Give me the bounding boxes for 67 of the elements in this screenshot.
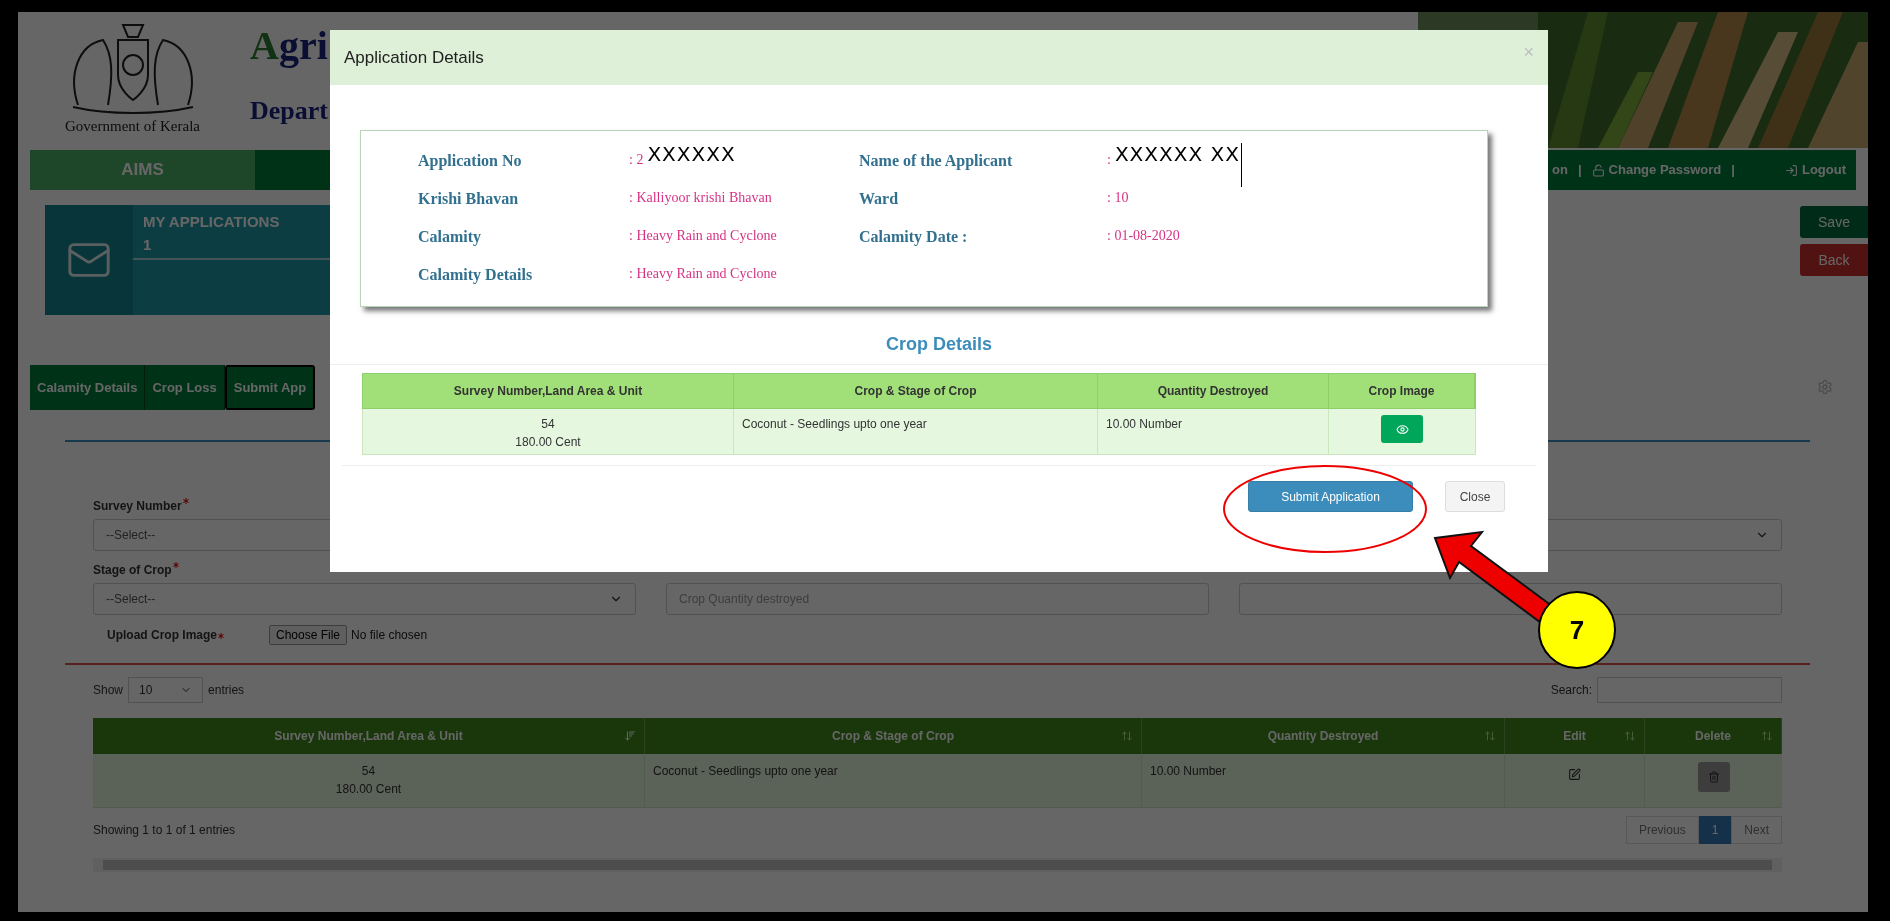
department-title: Depart [250, 96, 328, 126]
redacted-value: XXXXXX XX [1114, 143, 1242, 187]
emblem-caption: Government of Kerala [65, 117, 200, 136]
modal-title: Application Details [344, 46, 484, 69]
save-button[interactable]: Save [1800, 206, 1868, 238]
table-cell: 10.00 Number [1142, 754, 1505, 807]
column-header: Survey Number,Land Area & Unit [363, 374, 734, 408]
table-info: Showing 1 to 1 of 1 entries [93, 822, 236, 839]
detail-value: : Heavy Rain and Cyclone [629, 265, 777, 283]
detail-label: Calamity Date : [859, 227, 969, 248]
nav-link[interactable]: Change Password [1591, 160, 1722, 180]
choose-file-button[interactable]: Choose File [269, 625, 348, 645]
detail-value: : Heavy Rain and Cyclone [629, 227, 777, 245]
detail-label: Name of the Applicant [859, 151, 1014, 172]
logout-icon [1784, 163, 1798, 177]
field-label: Survey Number [93, 498, 182, 515]
card-title: MY APPLICATIONS [143, 212, 281, 232]
select-field[interactable]: --Select-- [93, 583, 636, 615]
eye-icon [1395, 422, 1409, 436]
detail-value: : [1107, 151, 1111, 169]
tab[interactable]: Crop Loss [145, 365, 225, 410]
show-label: Show [93, 682, 124, 699]
redacted-value: XXXXXX [647, 143, 737, 168]
detail-label: Ward [859, 189, 900, 209]
tab[interactable]: Submit App [224, 365, 316, 410]
file-status: No file chosen [351, 627, 428, 644]
scrollbar[interactable] [93, 858, 1782, 872]
column-header: Quantity Destroyed [1098, 374, 1329, 408]
detail-label: Calamity [418, 227, 483, 248]
pagination-button[interactable]: 1 [1698, 816, 1732, 844]
submit-button[interactable]: Submit Application [1248, 481, 1413, 512]
detail-label: Calamity Details [418, 265, 534, 286]
search-label: Search: [1550, 682, 1592, 699]
lock-icon [1591, 163, 1605, 177]
close-button[interactable]: Close [1445, 481, 1505, 512]
table-cell: 54 180.00 Cent [363, 409, 734, 454]
column-header: Crop Image [1329, 374, 1475, 408]
field-label: Stage of Crop [93, 562, 172, 579]
entries-label: entries [208, 682, 245, 699]
detail-label: Application No [418, 151, 523, 172]
detail-value: : 2 [629, 151, 644, 169]
table-cell: Coconut - Seedlings upto one year [734, 409, 1098, 454]
separator: | [1577, 161, 1582, 180]
brand-label: AIMS [30, 150, 255, 190]
table-cell: Coconut - Seedlings upto one year [645, 754, 1142, 807]
edit-icon[interactable] [1568, 768, 1581, 781]
view-image-button[interactable] [1381, 415, 1423, 443]
page-size-select[interactable]: 10 [128, 677, 204, 703]
column-header: Crop & Stage of Crop [734, 374, 1098, 408]
section-title: Crop Details [886, 333, 992, 356]
settings-icon[interactable] [1817, 379, 1833, 395]
detail-value: : 01-08-2020 [1107, 227, 1180, 245]
table-cell: 10.00 Number [1098, 409, 1329, 454]
tab[interactable]: Calamity Details [30, 365, 146, 410]
separator: | [1731, 161, 1735, 180]
nav-link[interactable]: on [1552, 160, 1568, 180]
nav-link[interactable]: Logout [1784, 160, 1846, 180]
trash-icon [1707, 771, 1720, 783]
card-count: 1 [143, 234, 153, 255]
delete-button[interactable] [1697, 762, 1730, 792]
site-title: Agri [250, 22, 328, 70]
detail-label: Krishi Bhavan [418, 189, 520, 209]
detail-value: : 10 [1107, 189, 1129, 207]
table-cell: 54 180.00 Cent [93, 754, 645, 807]
field-label: Upload Crop Image [107, 627, 217, 644]
detail-value: : Kalliyoor krishi Bhavan [629, 189, 772, 207]
back-button[interactable]: Back [1800, 244, 1868, 276]
